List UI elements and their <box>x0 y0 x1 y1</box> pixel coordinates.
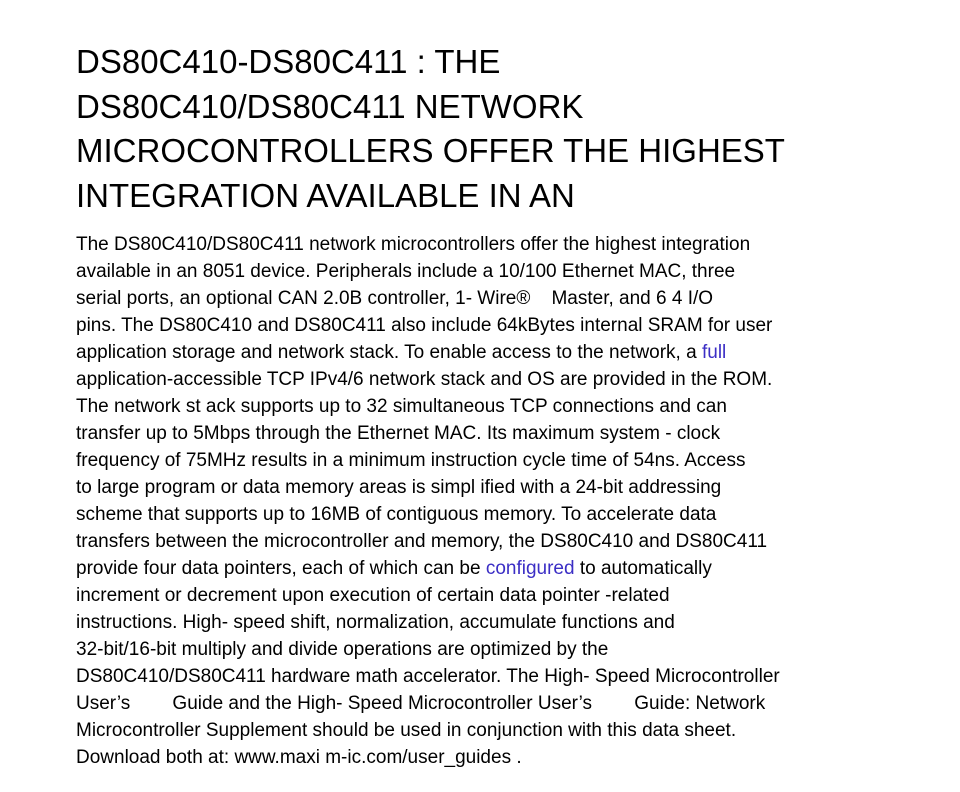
configured-link[interactable]: configured <box>486 558 575 579</box>
body-line-12: transfers between the microcontroller an… <box>76 531 768 552</box>
body-line-13-text-start: provide four data pointers, each of whic… <box>76 558 486 579</box>
title-line-4: INTEGRATION AVAILABLE IN AN <box>76 176 575 214</box>
body-line-20: Download both at: www.maxi m-ic.com/user… <box>76 747 522 768</box>
full-link[interactable]: full <box>702 342 726 363</box>
body-line-3: serial ports, an optional CAN 2.0B contr… <box>76 288 714 309</box>
body-line-15: instructions. High- speed shift, normali… <box>76 612 675 633</box>
body-line-18: User’s Guide and the High- Speed Microco… <box>76 693 766 714</box>
body-line-19: Microcontroller Supplement should be use… <box>76 720 737 741</box>
body-line-2: available in an 8051 device. Peripherals… <box>76 261 736 282</box>
title-line-2: DS80C410/DS80C411 NETWORK <box>76 87 584 125</box>
page-title: DS80C410-DS80C411 : THE DS80C410/DS80C41… <box>76 40 906 218</box>
title-line-1: DS80C410-DS80C411 : THE <box>76 43 501 80</box>
body-line-14: increment or decrement upon execution of… <box>76 585 670 606</box>
body-line-1: The DS80C410/DS80C411 network microcontr… <box>76 234 751 255</box>
body-line-11: scheme that supports up to 16MB of conti… <box>76 504 717 525</box>
body-line-5: application storage and network stack. T… <box>76 339 906 366</box>
body-paragraph: The DS80C410/DS80C411 network microcontr… <box>76 231 906 771</box>
body-line-13: provide four data pointers, each of whic… <box>76 555 906 582</box>
body-line-9: frequency of 75MHz results in a minimum … <box>76 450 746 471</box>
body-line-7: The network st ack supports up to 32 sim… <box>76 396 727 417</box>
document-page: DS80C410-DS80C411 : THE DS80C410/DS80C41… <box>76 40 906 771</box>
body-line-8: transfer up to 5Mbps through the Etherne… <box>76 423 721 444</box>
body-line-17: DS80C410/DS80C411 hardware math accelera… <box>76 666 780 687</box>
body-line-6: application-accessible TCP IPv4/6 networ… <box>76 369 773 390</box>
title-line-3: MICROCONTROLLERS OFFER THE HIGHEST <box>76 132 785 169</box>
body-line-5-text: application storage and network stack. T… <box>76 342 702 363</box>
body-line-16: 32-bit/16-bit multiply and divide operat… <box>76 639 609 660</box>
body-line-4: pins. The DS80C410 and DS80C411 also inc… <box>76 315 773 336</box>
body-line-13-text-end: to automatically <box>574 558 712 579</box>
body-line-10: to large program or data memory areas is… <box>76 477 722 498</box>
